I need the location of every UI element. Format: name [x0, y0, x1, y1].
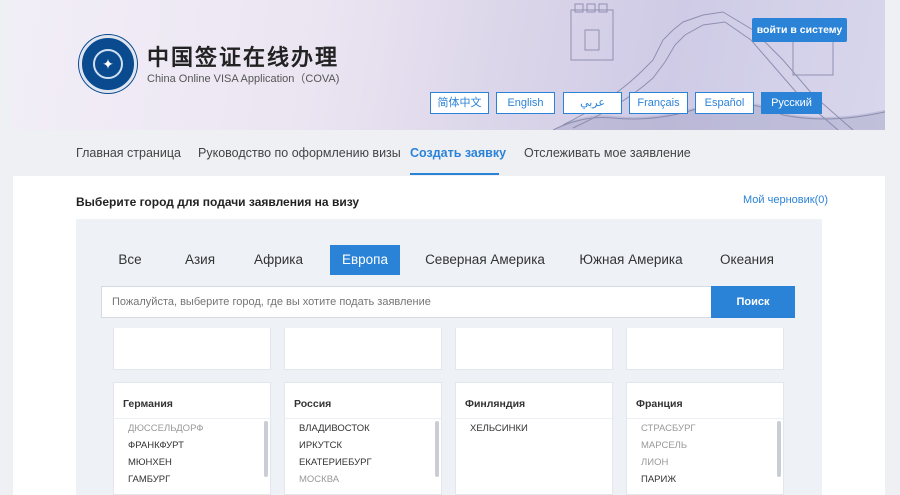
header-banner: ✦ 中国签证在线办理 China Online VISA Application… — [13, 0, 885, 130]
lang-chinese-button[interactable]: 简体中文 — [430, 92, 489, 114]
country-name: Россия — [294, 398, 332, 410]
country-card — [113, 328, 271, 370]
city-item[interactable]: ЕКАТЕРИЕБУРГ — [299, 454, 372, 471]
divider — [285, 418, 441, 419]
city-item[interactable]: ДЮССЕЛЬДОРФ — [128, 420, 204, 437]
lang-french-button[interactable]: Français — [629, 92, 688, 114]
city-list: СТРАСБУРГ МАРСЕЛЬ ЛИОН ПАРИЖ — [641, 420, 696, 488]
city-item[interactable]: МАРСЕЛЬ — [641, 437, 696, 454]
nav-active-underline — [410, 173, 499, 175]
nav-create-application[interactable]: Создать заявку — [410, 146, 506, 160]
region-tab-asia[interactable]: Азия — [175, 245, 225, 275]
country-card-germany: Германия ДЮССЕЛЬДОРФ ФРАНКФУРТ МЮНХЕН ГА… — [113, 382, 271, 495]
city-item[interactable]: МОСКВА — [299, 471, 372, 488]
login-button[interactable]: войти в систему — [752, 18, 847, 42]
city-item[interactable]: ВЛАДИВОСТОК — [299, 420, 372, 437]
country-name: Финляндия — [465, 398, 526, 410]
city-list: ВЛАДИВОСТОК ИРКУТСК ЕКАТЕРИЕБУРГ МОСКВА — [299, 420, 372, 488]
city-item[interactable]: ПАРИЖ — [641, 471, 696, 488]
city-list: ХЕЛЬСИНКИ — [470, 420, 528, 437]
region-tab-north-america[interactable]: Северная Америка — [421, 245, 549, 275]
country-card-france: Франция СТРАСБУРГ МАРСЕЛЬ ЛИОН ПАРИЖ — [626, 382, 784, 495]
site-subtitle: China Online VISA Application（COVA) — [147, 73, 340, 85]
country-card — [284, 328, 442, 370]
region-tab-all[interactable]: Все — [106, 245, 154, 275]
region-tab-africa[interactable]: Африка — [246, 245, 311, 275]
search-button[interactable]: Поиск — [711, 286, 795, 318]
lang-english-button[interactable]: English — [496, 92, 555, 114]
scrollbar[interactable] — [264, 421, 268, 477]
nav-visa-guide[interactable]: Руководство по оформлению визы — [198, 146, 401, 160]
country-card — [455, 328, 613, 370]
country-card-russia: Россия ВЛАДИВОСТОК ИРКУТСК ЕКАТЕРИЕБУРГ … — [284, 382, 442, 495]
nav-home[interactable]: Главная страница — [76, 146, 181, 160]
city-search-input[interactable] — [101, 286, 712, 318]
city-item[interactable]: ЛИОН — [641, 454, 696, 471]
scrollbar[interactable] — [777, 421, 781, 477]
country-name: Франция — [636, 398, 683, 410]
site-title: 中国签证在线办理 — [147, 46, 340, 71]
city-item[interactable]: СТРАСБУРГ — [641, 420, 696, 437]
page-title: Выберите город для подачи заявления на в… — [76, 195, 360, 209]
country-name: Германия — [123, 398, 173, 410]
lang-russian-button[interactable]: Русский — [761, 92, 822, 114]
region-tab-europe[interactable]: Европа — [330, 245, 400, 275]
region-tab-oceania[interactable]: Океания — [713, 245, 781, 275]
city-item[interactable]: ХЕЛЬСИНКИ — [470, 420, 528, 437]
divider — [627, 418, 783, 419]
scrollbar[interactable] — [435, 421, 439, 477]
city-list: ДЮССЕЛЬДОРФ ФРАНКФУРТ МЮНХЕН ГАМБУРГ — [128, 420, 204, 488]
divider — [114, 418, 270, 419]
region-tab-south-america[interactable]: Южная Америка — [572, 245, 690, 275]
city-item[interactable]: ИРКУТСК — [299, 437, 372, 454]
main-content: Выберите город для подачи заявления на в… — [13, 176, 885, 495]
main-nav: Главная страница Руководство по оформлен… — [13, 130, 885, 175]
country-card — [626, 328, 784, 370]
city-item[interactable]: МЮНХЕН — [128, 454, 204, 471]
city-selection-panel: Все Азия Африка Европа Северная Америка … — [76, 219, 822, 495]
my-draft-link[interactable]: Мой черновик(0) — [743, 194, 828, 206]
city-item[interactable]: ГАМБУРГ — [128, 471, 204, 488]
logo-emblem-icon: ✦ — [102, 56, 114, 72]
city-item[interactable]: ФРАНКФУРТ — [128, 437, 204, 454]
lang-arabic-button[interactable]: عربي — [563, 92, 622, 114]
country-card-finland: Финляндия ХЕЛЬСИНКИ — [455, 382, 613, 495]
consular-logo: ✦ — [79, 35, 137, 93]
nav-track-application[interactable]: Отслеживать мое заявление — [524, 146, 691, 160]
lang-spanish-button[interactable]: Español — [695, 92, 754, 114]
divider — [456, 418, 612, 419]
